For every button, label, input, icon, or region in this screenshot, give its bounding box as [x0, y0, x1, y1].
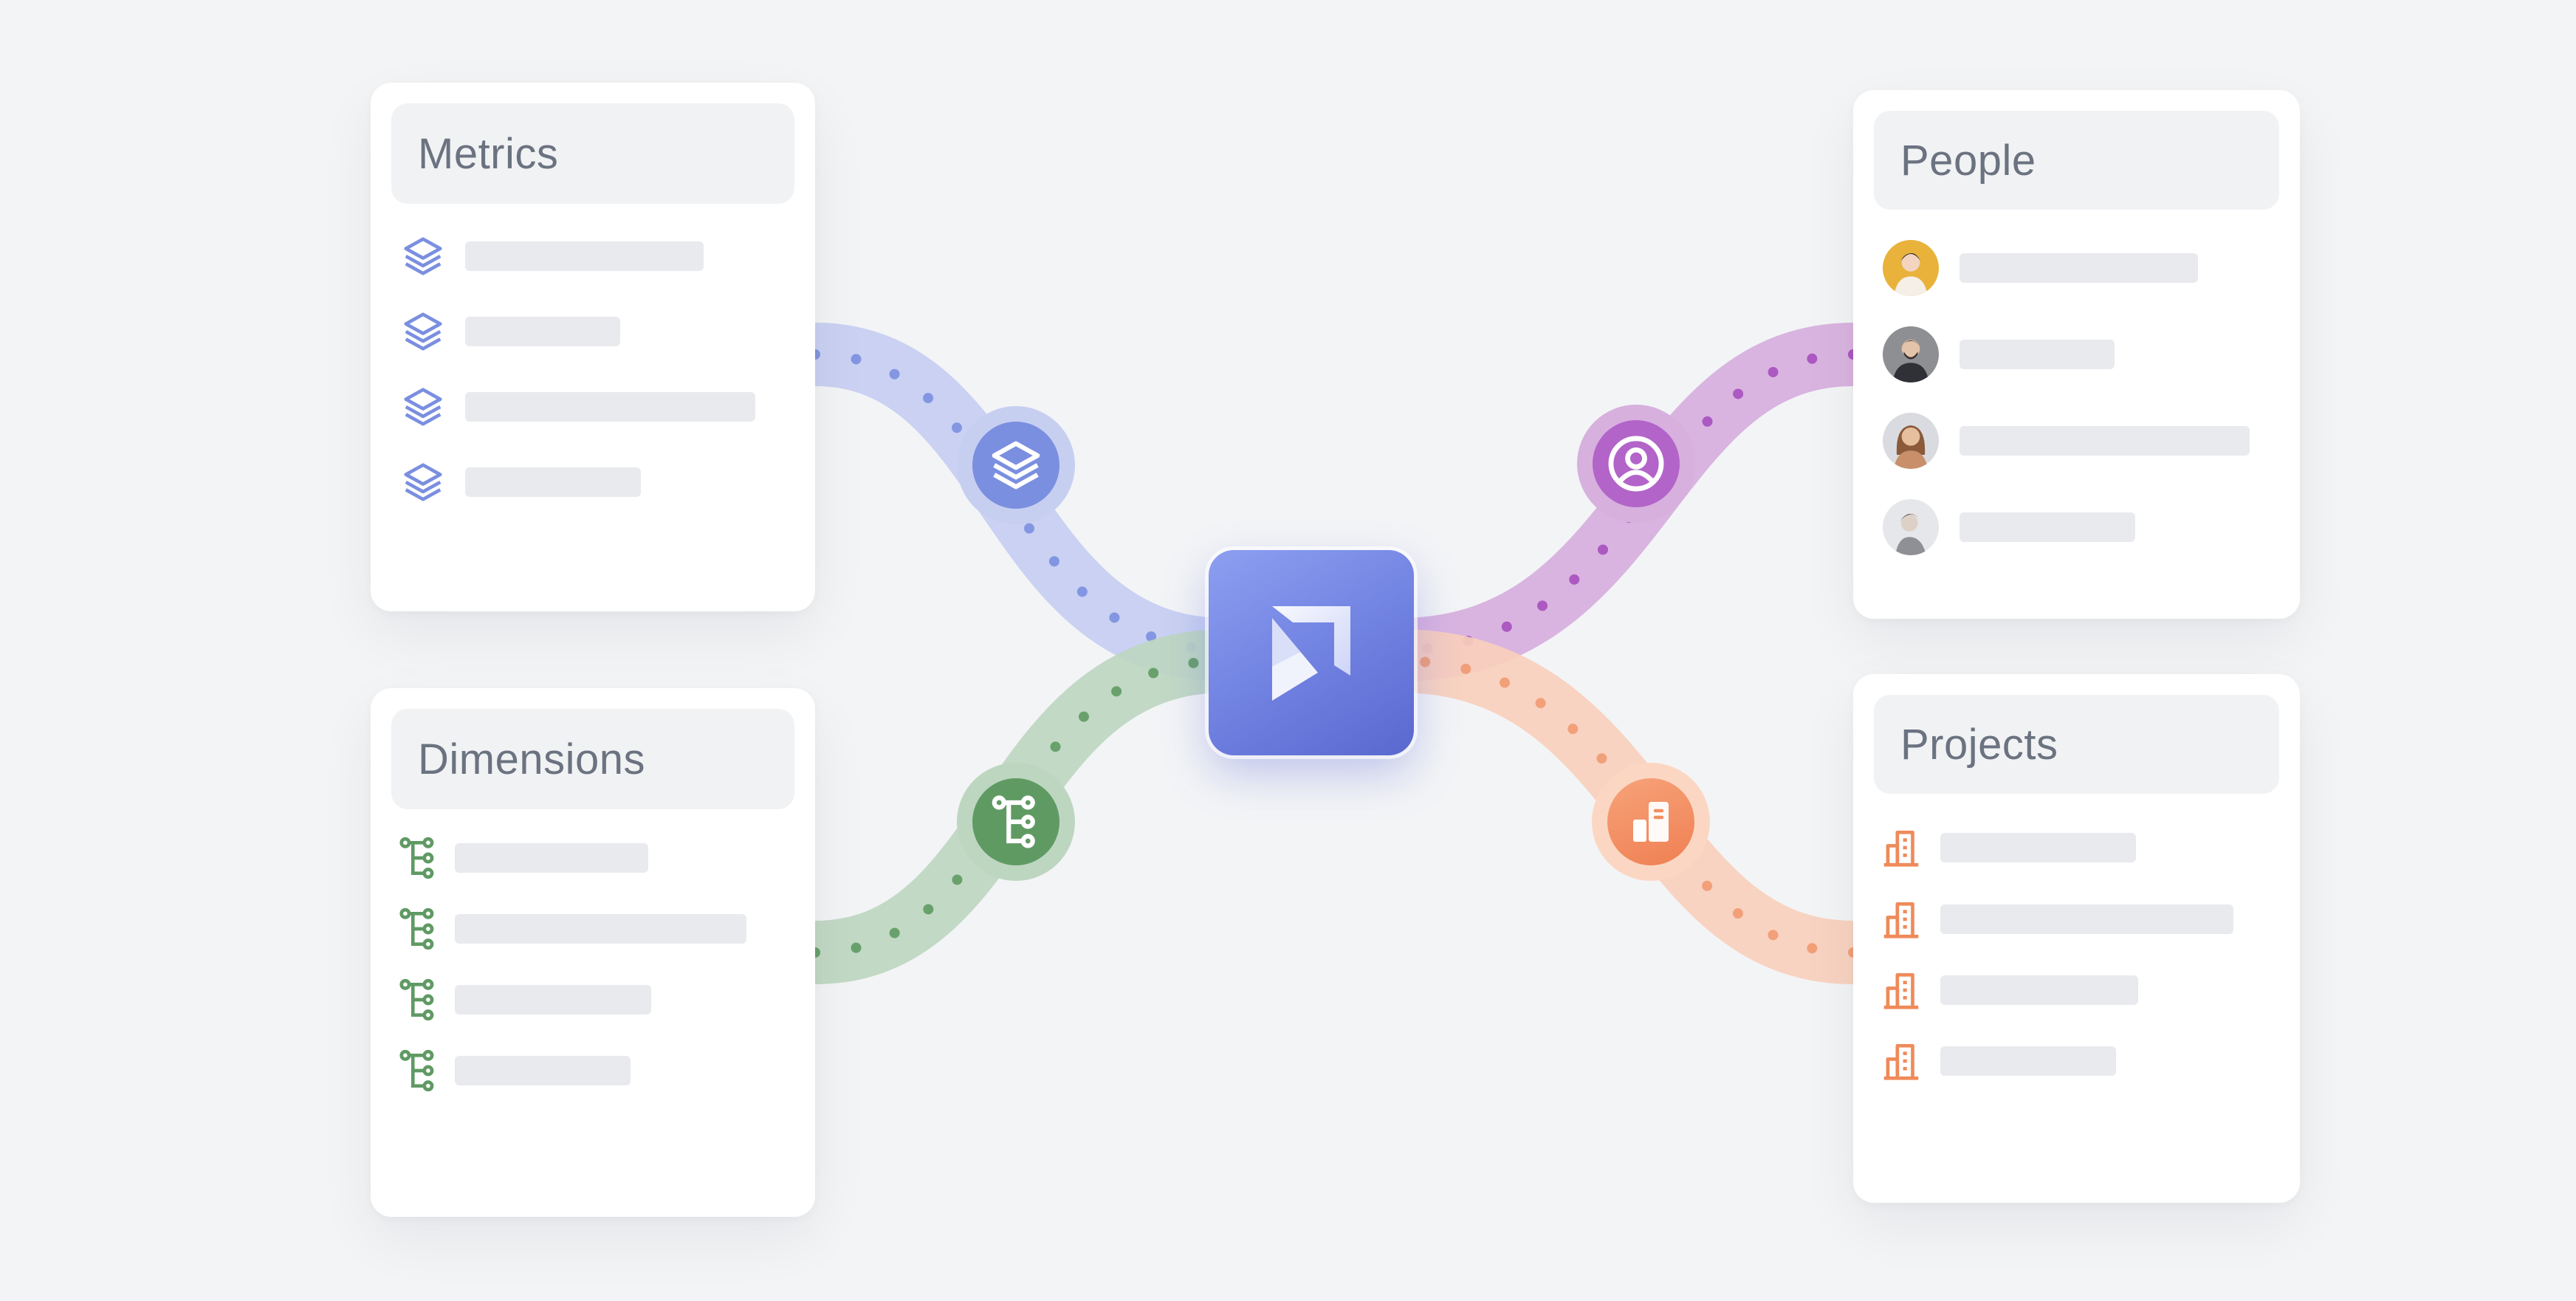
placeholder-bar [455, 914, 746, 944]
metrics-card: Metrics [371, 83, 815, 611]
tree-hierarchy-icon [393, 903, 444, 955]
people-node [1577, 405, 1695, 523]
metrics-node [957, 406, 1075, 524]
metrics-card-header: Metrics [391, 103, 794, 204]
list-item [397, 230, 704, 282]
buildings-icon [1875, 893, 1927, 945]
buildings-icon [1875, 822, 1927, 873]
integration-diagram: Metrics Dimensions People Projects [0, 0, 2576, 1301]
placeholder-bar [1960, 253, 2198, 283]
user-avatar [1883, 499, 1939, 555]
stack-layers-icon [397, 306, 449, 357]
projects-card-header: Projects [1874, 695, 2279, 794]
placeholder-bar [1960, 426, 2250, 456]
stack-layers-icon [972, 422, 1059, 509]
tree-hierarchy-icon [393, 974, 444, 1026]
list-item [393, 832, 648, 884]
tree-hierarchy-icon [393, 832, 444, 884]
list-item [397, 456, 641, 508]
dimensions-card-header: Dimensions [391, 709, 794, 809]
placeholder-bar [465, 467, 641, 497]
people-card-header: People [1874, 111, 2279, 210]
stack-layers-icon [397, 381, 449, 433]
projects-card: Projects [1853, 674, 2300, 1203]
placeholder-bar [1940, 833, 2136, 862]
placeholder-bar [465, 392, 755, 422]
metrics-card-title: Metrics [418, 129, 559, 178]
list-item [1883, 499, 2135, 555]
list-item [397, 381, 755, 433]
stack-layers-icon [397, 456, 449, 508]
list-item [397, 306, 620, 357]
list-item [1883, 240, 2198, 296]
people-card: People [1853, 90, 2300, 619]
projects-node [1592, 763, 1710, 881]
projects-card-title: Projects [1900, 720, 2058, 769]
list-item [393, 974, 651, 1026]
placeholder-bar [1940, 975, 2138, 1005]
placeholder-bar [455, 1056, 631, 1085]
people-card-title: People [1900, 136, 2036, 185]
placeholder-bar [1960, 512, 2135, 542]
app-logo-arrow-icon [1272, 606, 1350, 701]
list-item [393, 903, 746, 955]
placeholder-bar [1960, 340, 2115, 369]
list-item [1875, 822, 2136, 873]
list-item [393, 1045, 631, 1096]
placeholder-bar [465, 241, 704, 271]
dimensions-node [957, 763, 1075, 881]
user-avatar [1883, 326, 1939, 382]
list-item [1883, 413, 2250, 469]
list-item [1875, 893, 2233, 945]
placeholder-bar [465, 317, 620, 346]
list-item [1875, 1035, 2116, 1087]
placeholder-bar [1940, 904, 2233, 934]
stack-layers-icon [397, 230, 449, 282]
central-hub [1209, 550, 1414, 755]
placeholder-bar [1940, 1046, 2116, 1076]
tree-hierarchy-icon [972, 778, 1059, 865]
user-avatar [1883, 413, 1939, 469]
list-item [1875, 964, 2138, 1016]
buildings-icon [1875, 1035, 1927, 1087]
placeholder-bar [455, 985, 651, 1015]
list-item [1883, 326, 2115, 382]
buildings-icon [1607, 778, 1694, 865]
tree-hierarchy-icon [393, 1045, 444, 1096]
user-avatar [1883, 240, 1939, 296]
user-circle-icon [1593, 420, 1680, 507]
dimensions-card: Dimensions [371, 688, 815, 1217]
dimensions-card-title: Dimensions [418, 735, 645, 783]
buildings-icon [1875, 964, 1927, 1016]
placeholder-bar [455, 843, 648, 873]
